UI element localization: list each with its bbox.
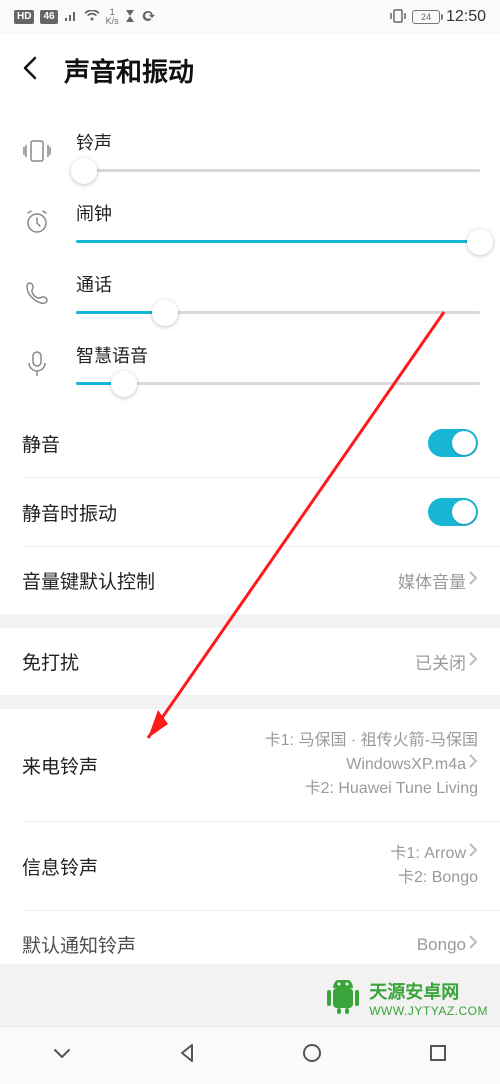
slider-thumb[interactable]: [111, 371, 137, 397]
phone-icon: [20, 280, 54, 306]
chevron-right-icon: [468, 753, 478, 777]
row-label: 免打扰: [22, 648, 79, 675]
message-tone-values: 卡1: Arrow 卡2: Bongo: [390, 842, 478, 890]
row-dnd[interactable]: 免打扰 已关闭: [0, 628, 500, 695]
status-right: 24 12:50: [390, 8, 486, 26]
page-title: 声音和振动: [64, 52, 194, 89]
chevron-right-icon: [468, 570, 478, 591]
hd-icon: HD: [14, 10, 34, 24]
status-left: HD 46 1 K/s: [14, 8, 155, 26]
slider-call: 通话: [0, 257, 500, 328]
sync-icon: [141, 9, 155, 26]
slider-track[interactable]: [76, 169, 480, 172]
status-bar: HD 46 1 K/s 24 12:50: [0, 0, 500, 34]
hourglass-icon: [125, 9, 135, 26]
ringtone-line1: 卡1: 马保国 · 祖传火箭-马保国: [265, 729, 478, 753]
row-vibrate-when-mute[interactable]: 静音时振动: [0, 478, 500, 546]
toggle-mute[interactable]: [428, 429, 478, 457]
ringtone-section: 来电铃声 卡1: 马保国 · 祖传火箭-马保国 WindowsXP.m4a 卡2…: [0, 709, 500, 964]
nav-home-icon[interactable]: [300, 1041, 324, 1070]
row-label: 默认通知铃声: [22, 931, 136, 958]
slider-track[interactable]: [76, 240, 480, 243]
row-mute[interactable]: 静音: [0, 409, 500, 477]
watermark-icon: [325, 980, 361, 1016]
slider-label: 智慧语音: [76, 342, 480, 368]
wifi-icon: [84, 9, 100, 25]
slider-label: 铃声: [76, 129, 480, 155]
row-label: 静音: [22, 430, 60, 457]
row-label: 静音时振动: [22, 499, 117, 526]
slider-track[interactable]: [76, 382, 480, 385]
ringtone-values: 卡1: 马保国 · 祖传火箭-马保国 WindowsXP.m4a 卡2: Hua…: [265, 729, 478, 801]
row-volume-key-default[interactable]: 音量键默认控制 媒体音量: [0, 547, 500, 614]
ringtone-line2: WindowsXP.m4a: [346, 753, 466, 777]
nav-hide-icon[interactable]: [51, 1042, 73, 1069]
network-icon: 46: [40, 10, 57, 24]
volume-sliders: 铃声 闹钟 通话: [0, 109, 500, 409]
back-icon[interactable]: [18, 55, 44, 86]
msg-line1: 卡1: Arrow: [390, 842, 466, 866]
dnd-section: 免打扰 已关闭: [0, 628, 500, 695]
row-value: Bongo: [417, 935, 466, 955]
slider-ringtone: 铃声: [0, 115, 500, 186]
mic-icon: [20, 350, 54, 378]
nav-back-icon[interactable]: [176, 1042, 198, 1069]
slider-label: 通话: [76, 271, 480, 297]
chevron-right-icon: [468, 651, 478, 672]
clock-text: 12:50: [446, 8, 486, 26]
row-label: 音量键默认控制: [22, 567, 155, 594]
nav-recent-icon[interactable]: [427, 1042, 449, 1069]
net-speed: 1 K/s: [106, 8, 119, 26]
slider-voice: 智慧语音: [0, 328, 500, 399]
slider-alarm: 闹钟: [0, 186, 500, 257]
vibration-icon: [20, 138, 54, 164]
ringtone-line3: 卡2: Huawei Tune Living: [305, 777, 478, 801]
nav-bar: [0, 1026, 500, 1084]
vibrate-icon: [390, 9, 406, 26]
chevron-right-icon: [468, 842, 478, 866]
header: 声音和振动: [0, 34, 500, 109]
slider-thumb[interactable]: [467, 229, 493, 255]
row-value: 已关闭: [415, 649, 466, 674]
row-label: 来电铃声: [22, 752, 98, 779]
row-label: 信息铃声: [22, 853, 98, 880]
signal-icon: [64, 9, 78, 25]
toggle-section: 静音 静音时振动 音量键默认控制 媒体音量: [0, 409, 500, 614]
speed-unit: K/s: [106, 17, 119, 26]
watermark-url: WWW.JYTYAZ.COM: [369, 1004, 488, 1018]
row-value: 媒体音量: [398, 568, 466, 593]
chevron-right-icon: [468, 934, 478, 955]
row-call-ringtone[interactable]: 来电铃声 卡1: 马保国 · 祖传火箭-马保国 WindowsXP.m4a 卡2…: [0, 709, 500, 821]
watermark: 天源安卓网 WWW.JYTYAZ.COM: [325, 978, 488, 1018]
row-default-notification[interactable]: 默认通知铃声 Bongo: [0, 911, 500, 964]
msg-line2: 卡2: Bongo: [398, 866, 478, 890]
watermark-title: 天源安卓网: [369, 978, 488, 1004]
slider-thumb[interactable]: [71, 158, 97, 184]
toggle-vibrate-when-mute[interactable]: [428, 498, 478, 526]
alarm-icon: [20, 208, 54, 236]
battery-icon: 24: [412, 10, 440, 24]
slider-track[interactable]: [76, 311, 480, 314]
battery-pct: 24: [421, 12, 431, 22]
row-message-tone[interactable]: 信息铃声 卡1: Arrow 卡2: Bongo: [0, 822, 500, 910]
slider-label: 闹钟: [76, 200, 480, 226]
slider-thumb[interactable]: [152, 300, 178, 326]
